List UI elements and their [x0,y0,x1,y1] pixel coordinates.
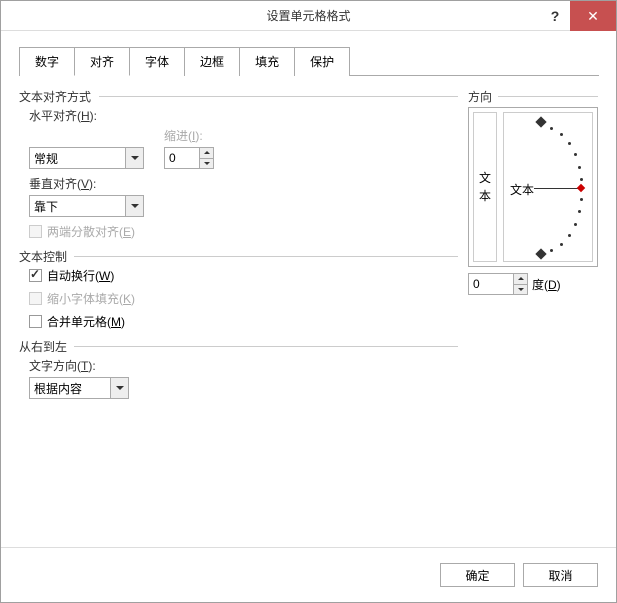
vertical-text-button[interactable]: 文 本 [473,112,497,262]
arc-text-label: 文本 [510,181,534,198]
arc-line-icon [534,188,579,189]
arc-dot-icon [580,178,583,181]
tab-strip: 数字 对齐 字体 边框 填充 保护 [19,46,599,76]
spin-down-icon[interactable] [514,285,527,295]
wrap-checkbox[interactable] [29,269,42,282]
wrap-label: 自动换行(W) [47,267,114,284]
justify-checkbox-row: 两端分散对齐(E) [29,223,458,240]
justify-checkbox [29,225,42,238]
v-align-label: 垂直对齐(V): [29,175,458,192]
v-align-select[interactable]: 靠下 [29,195,144,217]
arc-dot-icon [550,249,553,252]
fieldset-text-control: 文本控制 自动换行(W) 缩小字体填充(K) 合并单元格(M) [19,256,458,330]
dropdown-icon[interactable] [125,148,143,168]
format-cells-dialog: 设置单元格格式 ? ✕ 数字 对齐 字体 边框 填充 保护 文本对齐方式 水平对… [0,0,617,603]
close-button[interactable]: ✕ [570,1,616,31]
arc-dot-icon [574,153,577,156]
degree-label: 度(D) [532,276,561,293]
shrink-checkbox [29,292,42,305]
indent-input[interactable] [165,151,195,165]
window-controls: ? ✕ [540,1,616,31]
orientation-arc[interactable]: 文本 [503,112,593,262]
shrink-label: 缩小字体填充(K) [47,290,135,307]
justify-label: 两端分散对齐(E) [47,223,135,240]
cancel-button[interactable]: 取消 [523,563,598,587]
orientation-widget[interactable]: 文 本 文本 [468,107,598,267]
degree-input[interactable] [469,277,499,291]
fieldset-rtl: 从右到左 文字方向(T): 根据内容 [19,346,458,399]
ok-button[interactable]: 确定 [440,563,515,587]
h-align-select[interactable]: 常规 [29,147,144,169]
fieldset-label: 文本控制 [19,248,71,265]
merge-label: 合并单元格(M) [47,313,125,330]
fieldset-label: 从右到左 [19,338,71,355]
arc-pointer-icon [577,184,585,192]
tab-font[interactable]: 字体 [129,47,185,76]
tab-border[interactable]: 边框 [184,47,240,76]
h-align-label: 水平对齐(H): [29,107,458,124]
dropdown-icon[interactable] [110,378,128,398]
arc-dot-icon [560,243,563,246]
wrap-checkbox-row[interactable]: 自动换行(W) [29,267,458,284]
right-column: 方向 文 本 文本 [468,86,598,399]
dialog-footer: 确定 取消 [1,547,616,602]
fieldset-text-alignment: 文本对齐方式 水平对齐(H): 常规 缩进(I): [19,96,458,240]
tab-number[interactable]: 数字 [19,47,75,76]
indent-label: 缩进(I): [164,127,214,144]
degree-spinner[interactable] [468,273,528,295]
spin-up-icon[interactable] [200,148,213,159]
text-dir-value: 根据内容 [34,380,82,397]
arc-dot-icon [560,133,563,136]
arc-diamond-icon [535,248,546,259]
tab-fill[interactable]: 填充 [239,47,295,76]
v-align-value: 靠下 [34,198,58,215]
left-column: 文本对齐方式 水平对齐(H): 常规 缩进(I): [19,86,468,399]
tab-protection[interactable]: 保护 [294,47,350,76]
spin-down-icon[interactable] [200,159,213,169]
merge-checkbox-row[interactable]: 合并单元格(M) [29,313,458,330]
indent-spinner[interactable] [164,147,214,169]
arc-dot-icon [568,142,571,145]
content-area: 文本对齐方式 水平对齐(H): 常规 缩进(I): [1,76,616,399]
arc-dot-icon [578,210,581,213]
text-dir-label: 文字方向(T): [29,357,458,374]
text-dir-select[interactable]: 根据内容 [29,377,129,399]
arc-dot-icon [574,223,577,226]
spin-up-icon[interactable] [514,274,527,285]
shrink-checkbox-row: 缩小字体填充(K) [29,290,458,307]
tab-alignment[interactable]: 对齐 [74,47,130,76]
fieldset-label: 方向 [468,88,496,105]
dropdown-icon[interactable] [125,196,143,216]
fieldset-orientation: 方向 文 本 文本 [468,96,598,295]
h-align-value: 常规 [34,150,58,167]
arc-diamond-icon [535,116,546,127]
arc-dot-icon [550,127,553,130]
dialog-title: 设置单元格格式 [266,7,350,24]
help-button[interactable]: ? [540,1,570,31]
degree-row: 度(D) [468,273,598,295]
arc-dot-icon [580,198,583,201]
merge-checkbox[interactable] [29,315,42,328]
arc-dot-icon [568,234,571,237]
titlebar: 设置单元格格式 ? ✕ [1,1,616,31]
fieldset-label: 文本对齐方式 [19,88,95,105]
arc-dot-icon [578,166,581,169]
